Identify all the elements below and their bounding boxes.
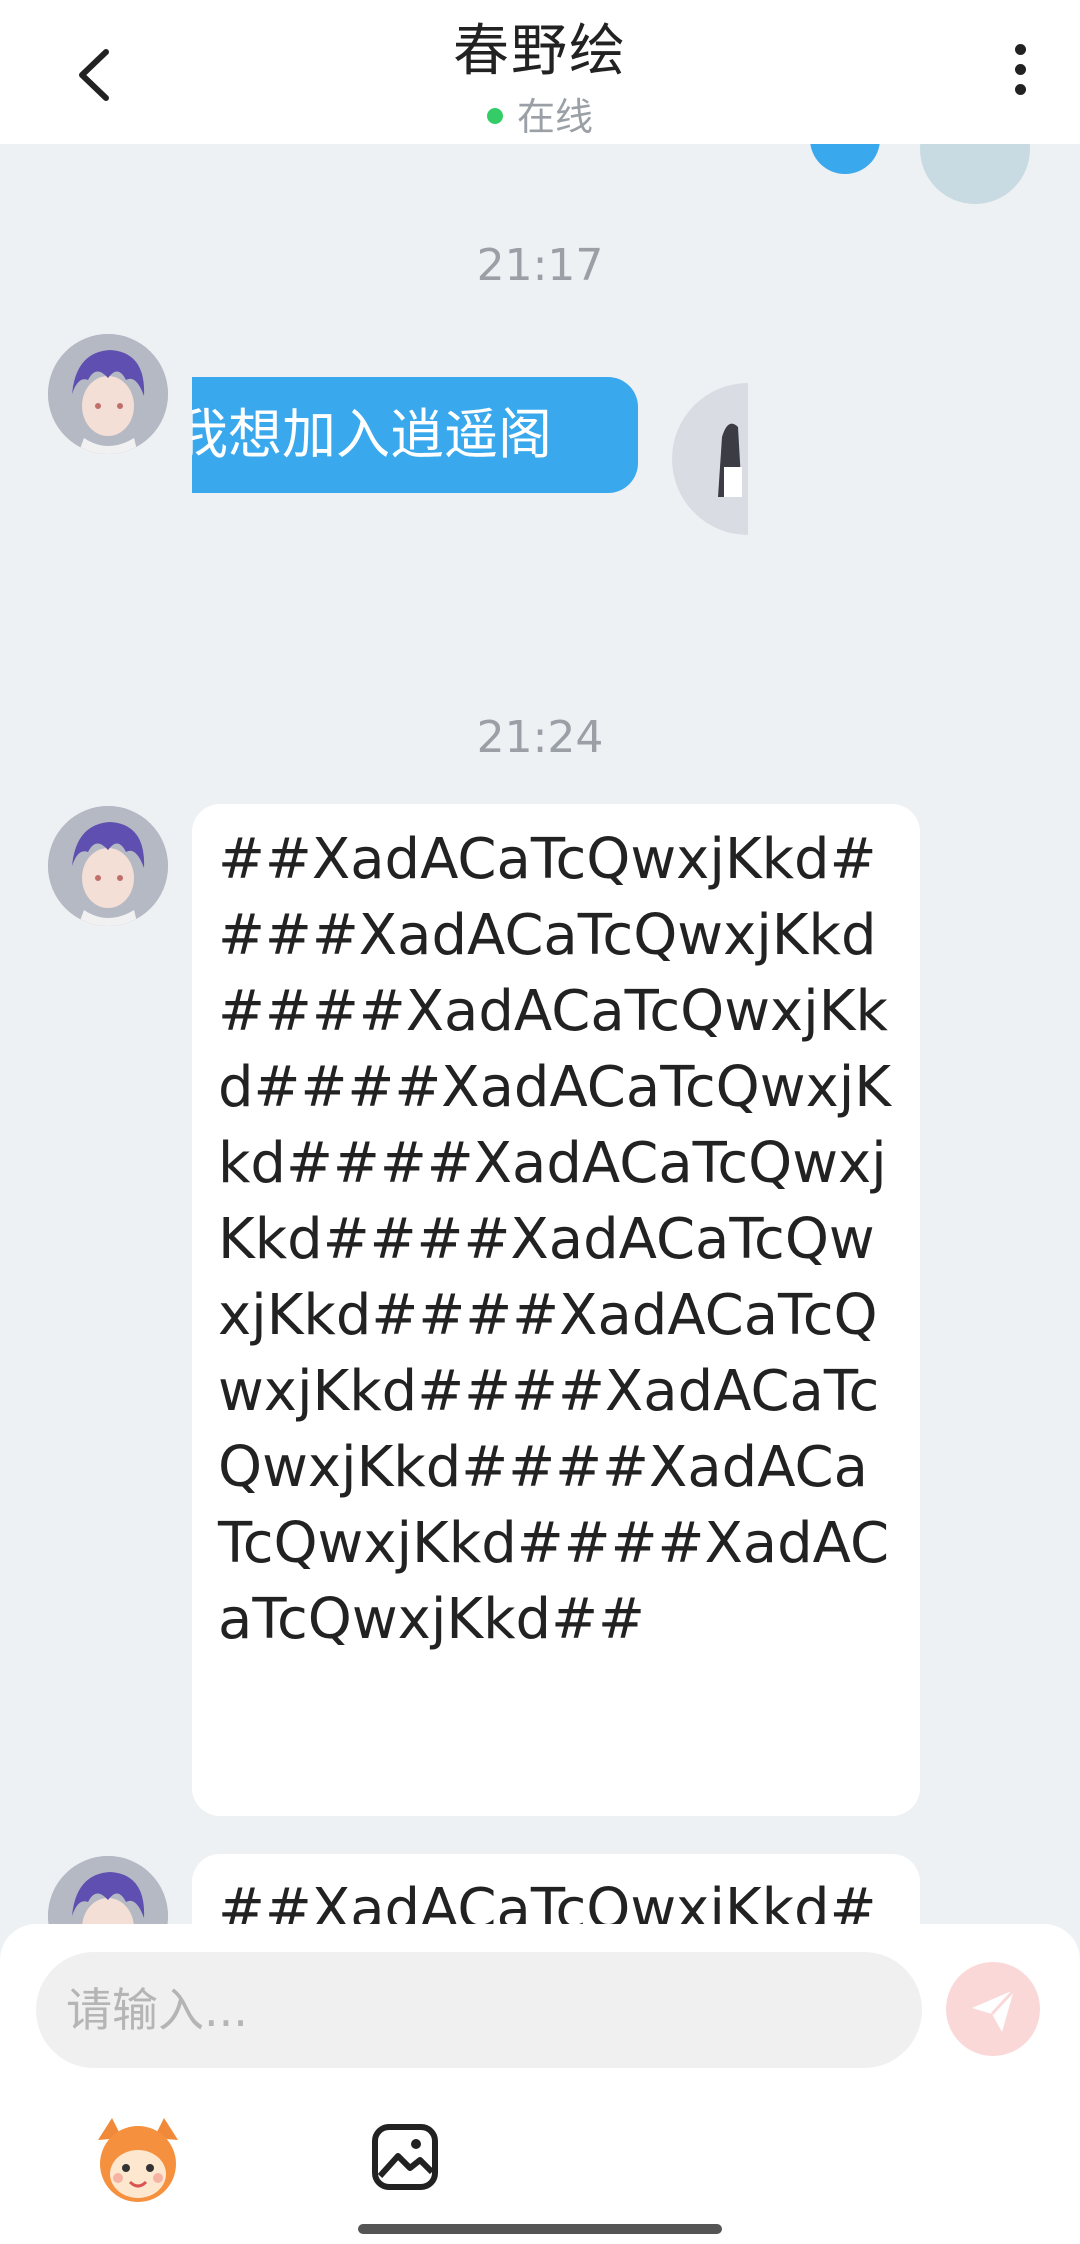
status-dot-icon [486,107,503,124]
message-input[interactable] [36,1952,922,2068]
message-timestamp: 21:24 [476,712,604,763]
shared-card-message[interactable]: 我想加入逍遥阁 [192,377,638,493]
send-button[interactable] [946,1962,1040,2056]
card-thumbnail [672,377,748,537]
page-title: 春野绘 [453,19,627,84]
mascot-face-icon [98,2118,178,2202]
text-message[interactable]: ##XadACaTcQwxjKkd####XadACaTcQwxjKkd####… [192,804,920,1816]
chat-header: 春野绘 在线 [0,0,1080,144]
anime-avatar-icon [48,1856,168,1924]
status-label: 在线 [516,95,593,139]
composer-bar [0,1924,1080,2244]
image-picker-button[interactable] [370,2122,440,2192]
more-options-button[interactable] [1000,44,1040,104]
character-thumbnail-icon [672,383,748,535]
more-dot-icon [1014,64,1026,75]
online-status: 在线 [0,86,1080,141]
message-timestamp: 21:17 [476,240,604,291]
avatar[interactable] [48,334,168,454]
more-dot-icon [1014,44,1026,55]
more-dot-icon [1014,84,1026,95]
anime-avatar-icon [48,806,168,926]
sticker-button[interactable] [90,2112,186,2208]
image-icon [372,2124,438,2190]
previous-avatar-fragment [920,144,1030,204]
message-list[interactable]: 21:17 我想加入逍遥阁 21:24 ##XadACaTcQwxjKkd###… [0,144,1080,1924]
avatar[interactable] [48,1856,168,1924]
anime-avatar-icon [48,334,168,454]
card-text: 我想加入逍遥阁 [192,403,552,466]
home-indicator[interactable] [358,2224,722,2234]
avatar[interactable] [48,806,168,926]
text-message[interactable]: ##XadACaTcQwxjKkd# [192,1854,920,1924]
previous-message-fragment [810,144,880,174]
send-icon [972,1988,1016,2032]
